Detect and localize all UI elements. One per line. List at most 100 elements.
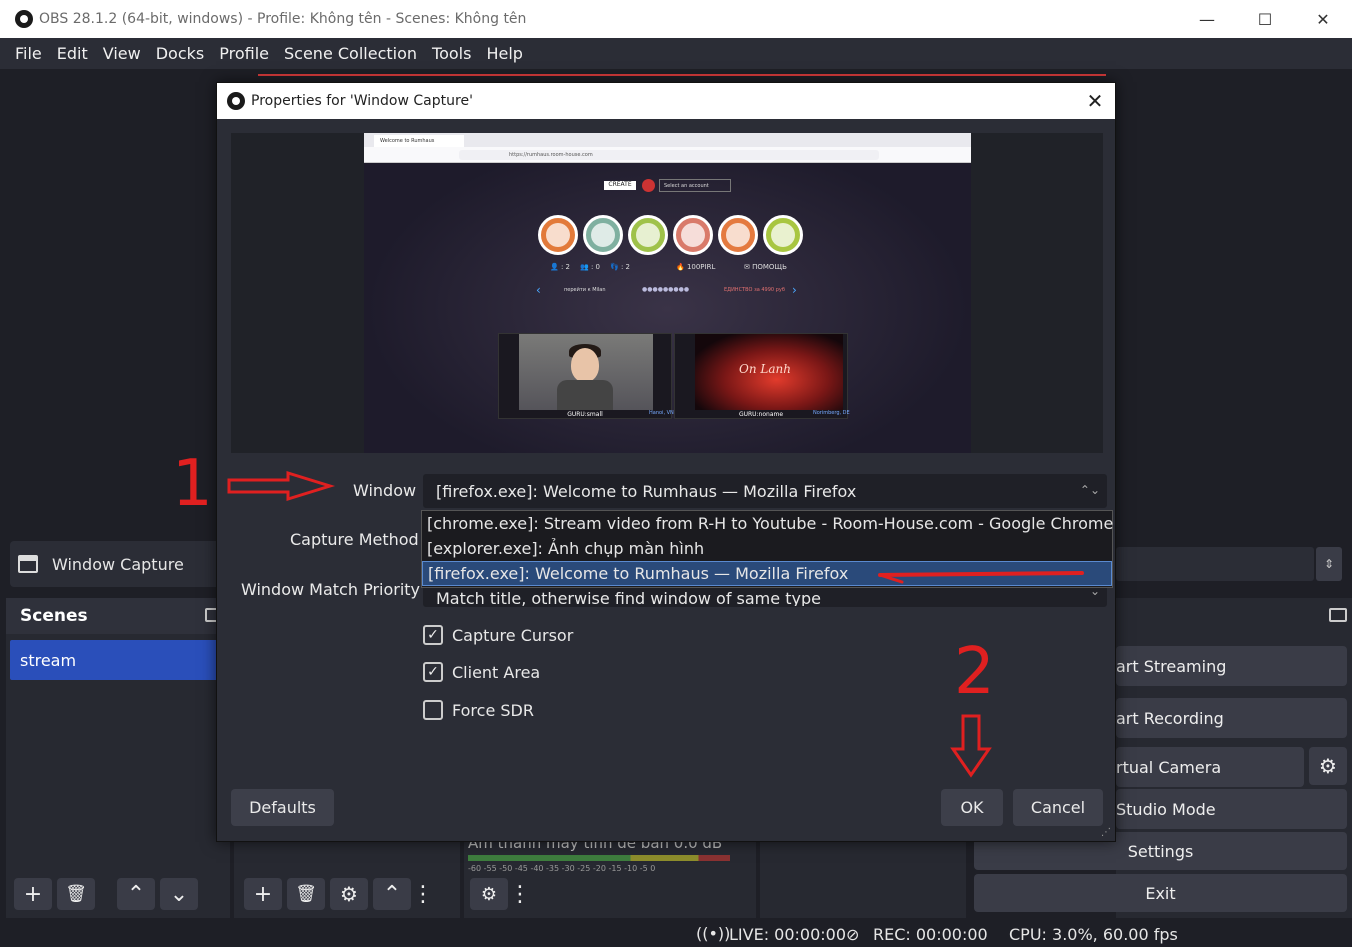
kebab-icon: ⋮ [509, 881, 531, 907]
rec-timer: REC: 00:00:00 [873, 925, 988, 944]
studio-mode-button[interactable]: Studio Mode [1116, 789, 1347, 829]
scene-item[interactable]: stream [10, 640, 226, 680]
force-sdr-row[interactable]: Force SDR [423, 700, 534, 720]
menu-docks[interactable]: Docks [149, 44, 213, 63]
client-area-checkbox[interactable]: ✓ [423, 662, 443, 682]
client-area-label: Client Area [452, 662, 541, 682]
start-virtual-camera-button[interactable]: rtual Camera [1116, 747, 1304, 787]
chevron-up-icon: ⌃ [382, 881, 402, 907]
controls-float-icon[interactable] [1329, 608, 1347, 622]
scenes-title: Scenes [6, 598, 230, 634]
add-source-button[interactable]: + [244, 878, 282, 910]
more-options-button[interactable]: ⋮ [412, 878, 434, 910]
stat-help: ✉ ПОМОЩЬ [744, 263, 787, 271]
webcam-video-1 [519, 334, 653, 410]
match-priority-label: Window Match Priority [241, 580, 421, 599]
window-select-value: [firefox.exe]: Welcome to Rumhaus — Mozi… [436, 481, 857, 501]
maximize-button[interactable]: ☐ [1236, 0, 1294, 38]
minimize-button[interactable]: — [1178, 0, 1236, 38]
add-scene-button[interactable]: + [14, 878, 52, 910]
remove-source-button[interactable]: 🗑 [287, 878, 325, 910]
capture-cursor-row[interactable]: ✓ Capture Cursor [423, 625, 573, 645]
chevron-right-icon: › [792, 283, 797, 297]
window-capture-icon [18, 555, 38, 573]
window-title: OBS 28.1.2 (64-bit, windows) - Profile: … [39, 11, 527, 27]
dialog-close-button[interactable]: ✕ [1075, 89, 1115, 113]
trash-icon: 🗑 [295, 884, 317, 904]
menu-tools[interactable]: Tools [425, 44, 479, 63]
menu-scene-collection[interactable]: Scene Collection [277, 44, 425, 63]
scenes-dock: Scenes stream [6, 598, 230, 918]
webcam-icon [538, 215, 578, 255]
live-signal-icon: ((•)) [696, 924, 731, 943]
menu-bar: File Edit View Docks Profile Scene Colle… [0, 38, 1352, 69]
webcam-label-1: GURU:small [567, 411, 603, 418]
window-select[interactable]: [firefox.exe]: Welcome to Rumhaus — Mozi… [423, 474, 1107, 508]
annotation-arrow-left-icon [878, 571, 1084, 584]
menu-edit[interactable]: Edit [50, 44, 96, 63]
client-area-row[interactable]: ✓ Client Area [423, 662, 540, 682]
dropdown-option[interactable]: [explorer.exe]: Ảnh chụp màn hình [422, 536, 1112, 561]
virtual-camera-config-button[interactable]: ⚙ [1309, 747, 1347, 785]
status-bar: ((•)) LIVE: 00:00:00 ⊘ REC: 00:00:00 CPU… [0, 922, 1352, 947]
stat-steps: 👣 : 2 [610, 263, 630, 271]
captured-browser-window: Welcome to Rumhaus https://rumhaus.room-… [364, 133, 971, 453]
nav-right-text: ЕДИНСТВО за 4990 руб [724, 287, 785, 293]
source-property-select[interactable] [1116, 547, 1314, 581]
meter-ticks: -60 -55 -50 -45 -40 -35 -30 -25 -20 -15 … [468, 864, 656, 872]
browser-url: https://rumhaus.room-house.com [459, 150, 879, 160]
plus-icon: + [253, 881, 273, 907]
window-label: Window [353, 481, 417, 500]
scene-up-button[interactable]: ⌃ [117, 878, 155, 910]
window-titlebar: OBS 28.1.2 (64-bit, windows) - Profile: … [0, 0, 1352, 38]
defaults-button[interactable]: Defaults [231, 789, 334, 826]
chat-icon [673, 215, 713, 255]
close-button[interactable]: ✕ [1294, 0, 1352, 38]
capture-method-label: Capture Method [290, 530, 419, 549]
select-arrows-icon: ⌃⌄ [1079, 483, 1100, 497]
source-name: Window Capture [52, 554, 184, 574]
avatar [642, 179, 655, 192]
obs-logo-icon [15, 10, 33, 28]
capture-cursor-checkbox[interactable]: ✓ [423, 625, 443, 645]
transitions-dock [760, 842, 966, 918]
stat-users: 👤 : 2 [550, 263, 570, 271]
webcam-overlay-text: On Lanh [739, 362, 791, 376]
menu-profile[interactable]: Profile [212, 44, 277, 63]
source-up-button[interactable]: ⌃ [373, 878, 411, 910]
menu-view[interactable]: View [96, 44, 149, 63]
source-toolbar: Window Capture [10, 541, 230, 587]
mixer-settings-button[interactable]: ⚙ [470, 878, 508, 910]
menu-help[interactable]: Help [479, 44, 530, 63]
stat-groups: 👥 : 0 [580, 263, 600, 271]
chevron-left-icon: ‹ [536, 283, 541, 297]
menu-file[interactable]: File [0, 44, 50, 63]
kebab-icon: ⋮ [412, 881, 434, 907]
scene-down-button[interactable]: ⌄ [160, 878, 198, 910]
webcam-video-2: On Lanh [695, 334, 843, 410]
rec-icon: ⊘ [846, 925, 860, 944]
exit-button[interactable]: Exit [974, 874, 1347, 912]
mixer-more-button[interactable]: ⋮ [509, 878, 531, 910]
annotation-step-2: 2 [954, 635, 995, 709]
select-arrows-icon[interactable]: ⇕ [1316, 547, 1342, 581]
source-properties-button[interactable]: ⚙ [330, 878, 368, 910]
cancel-button[interactable]: Cancel [1013, 789, 1103, 826]
start-recording-button[interactable]: art Recording [1116, 698, 1347, 738]
feature-icons [538, 215, 808, 255]
speaker-icon [628, 215, 668, 255]
dialog-titlebar: Properties for 'Window Capture' ✕ [217, 83, 1115, 119]
start-streaming-button[interactable]: art Streaming [1116, 646, 1347, 686]
scenes-toolbar: + 🗑 ⌃ ⌄ [14, 878, 203, 910]
remove-scene-button[interactable]: 🗑 [57, 878, 95, 910]
dropdown-option[interactable]: [chrome.exe]: Stream video from R-H to Y… [422, 511, 1113, 536]
gear-icon: ⚙ [1319, 754, 1337, 778]
video-icon [718, 215, 758, 255]
webcam-tile-1: GURU:small Hanoi, VN [498, 333, 674, 419]
carousel-dots: ●●●●●●●●● [642, 286, 690, 293]
resize-grip-icon[interactable]: ⋰ [1101, 827, 1111, 838]
force-sdr-checkbox[interactable] [423, 700, 443, 720]
ok-button[interactable]: OK [941, 789, 1003, 826]
plus-icon: + [23, 881, 43, 907]
